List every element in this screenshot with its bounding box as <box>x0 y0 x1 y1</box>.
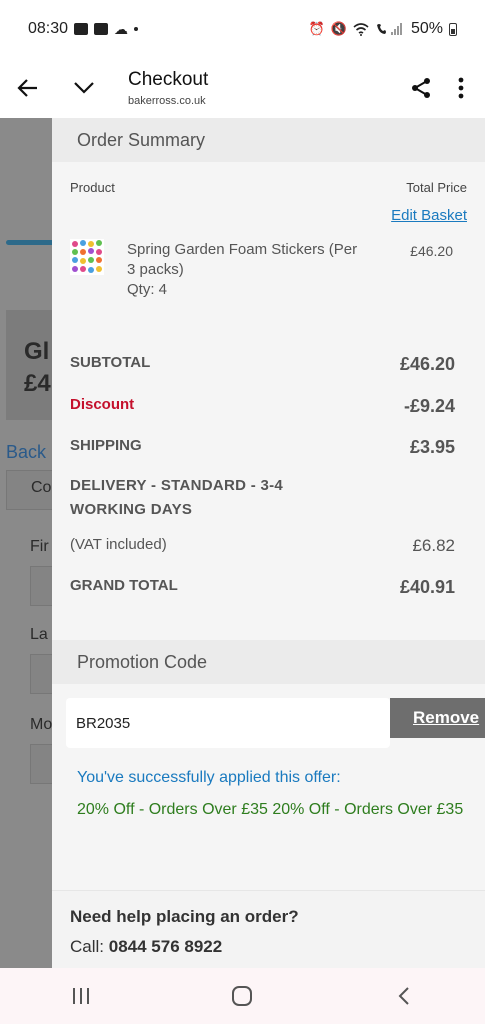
product-thumbnail <box>70 239 104 275</box>
promo-offer-detail: 20% Off - Orders Over £35 20% Off - Orde… <box>77 801 464 818</box>
wifi-icon <box>353 22 369 36</box>
bg-last-name-label: La <box>30 626 48 643</box>
cloud-icon: ☁ <box>114 20 129 37</box>
page-title-block: Checkout bakerross.co.uk <box>128 69 208 107</box>
browser-header: Checkout bakerross.co.uk <box>0 58 485 118</box>
order-summary-title: Order Summary <box>52 118 485 162</box>
bg-first-name-label: Fir <box>30 538 49 555</box>
back-arrow-button[interactable] <box>0 63 56 113</box>
more-notifications-icon <box>134 27 139 31</box>
progress-bar <box>6 240 56 245</box>
battery-icon <box>449 22 457 36</box>
grand-total-row: GRAND TOTAL £40.91 <box>70 577 455 598</box>
product-name: Spring Garden Foam Stickers (Per 3 packs… <box>127 241 358 278</box>
product-column-header: Product <box>70 180 115 195</box>
status-bar: 08:30 ☁ ⏰ 🔇 50% <box>0 0 485 58</box>
shipping-label: SHIPPING <box>70 437 142 454</box>
total-price-column-header: Total Price <box>406 180 467 195</box>
mute-icon: 🔇 <box>330 21 347 36</box>
page-title: Checkout <box>128 69 209 90</box>
signal-icon <box>376 23 402 35</box>
edit-basket-link[interactable]: Edit Basket <box>391 207 467 224</box>
collapse-button[interactable] <box>56 63 112 113</box>
help-call: Call: 0844 576 8922 <box>70 937 222 957</box>
delivery-method: DELIVERY - STANDARD - 3-4 WORKING DAYS <box>70 477 284 518</box>
home-button[interactable] <box>222 976 262 1016</box>
help-section: Need help placing an order? Call: 0844 5… <box>52 890 485 968</box>
vat-label: (VAT included) <box>70 536 167 553</box>
subtotal-value: £46.20 <box>399 354 455 374</box>
alarm-icon: ⏰ <box>308 21 325 36</box>
message-notification-icon <box>94 23 109 35</box>
home-icon <box>232 986 253 1006</box>
product-price: £46.20 <box>410 243 453 259</box>
recent-apps-icon <box>72 988 89 1004</box>
bg-heading: Gl £4 <box>24 336 51 400</box>
bg-mobile-label: Mo <box>30 716 53 733</box>
back-arrow-icon <box>17 79 37 97</box>
shipping-value: £3.95 <box>409 437 455 457</box>
back-icon <box>398 987 409 1005</box>
system-nav-bar <box>0 968 485 1024</box>
system-back-button[interactable] <box>384 976 424 1016</box>
grand-total-label: GRAND TOTAL <box>70 577 178 594</box>
subtotal-label: SUBTOTAL <box>70 354 151 371</box>
call-label: Call: <box>70 937 105 956</box>
vat-row: (VAT included) £6.82 <box>70 536 455 556</box>
promotion-code-title: Promotion Code <box>52 640 485 684</box>
bg-country-label: Co <box>31 479 52 496</box>
help-title: Need help placing an order? <box>70 907 299 926</box>
bg-heading-line1: Gl <box>24 338 50 365</box>
image-notification-icon <box>74 23 89 35</box>
status-time: 08:30 <box>28 20 69 37</box>
grand-total-value: £40.91 <box>399 577 455 597</box>
page-url: bakerross.co.uk <box>128 95 206 107</box>
remove-promo-button[interactable]: Remove <box>390 698 485 738</box>
shipping-row: SHIPPING £3.95 <box>70 437 455 458</box>
phone-number[interactable]: 0844 576 8922 <box>109 937 222 956</box>
share-icon[interactable] <box>409 76 433 100</box>
order-summary-panel: Order Summary Product Total Price Edit B… <box>52 118 485 968</box>
discount-value: -£9.24 <box>403 396 455 416</box>
battery-percent: 50% <box>410 20 443 37</box>
promotion-code-input[interactable] <box>66 698 390 748</box>
more-vert-icon[interactable] <box>457 76 465 100</box>
subtotal-row: SUBTOTAL £46.20 <box>70 354 455 375</box>
promo-success-message: You've successfully applied this offer: <box>77 769 341 786</box>
product-quantity: Qty: 4 <box>127 281 168 298</box>
chevron-down-icon <box>74 82 94 94</box>
vat-value: £6.82 <box>412 536 455 555</box>
recent-apps-button[interactable] <box>61 976 101 1016</box>
discount-label: Discount <box>70 396 135 413</box>
bg-heading-line2: £4 <box>24 370 51 397</box>
discount-row: Discount -£9.24 <box>70 396 455 417</box>
back-link[interactable]: Back <box>6 442 46 463</box>
